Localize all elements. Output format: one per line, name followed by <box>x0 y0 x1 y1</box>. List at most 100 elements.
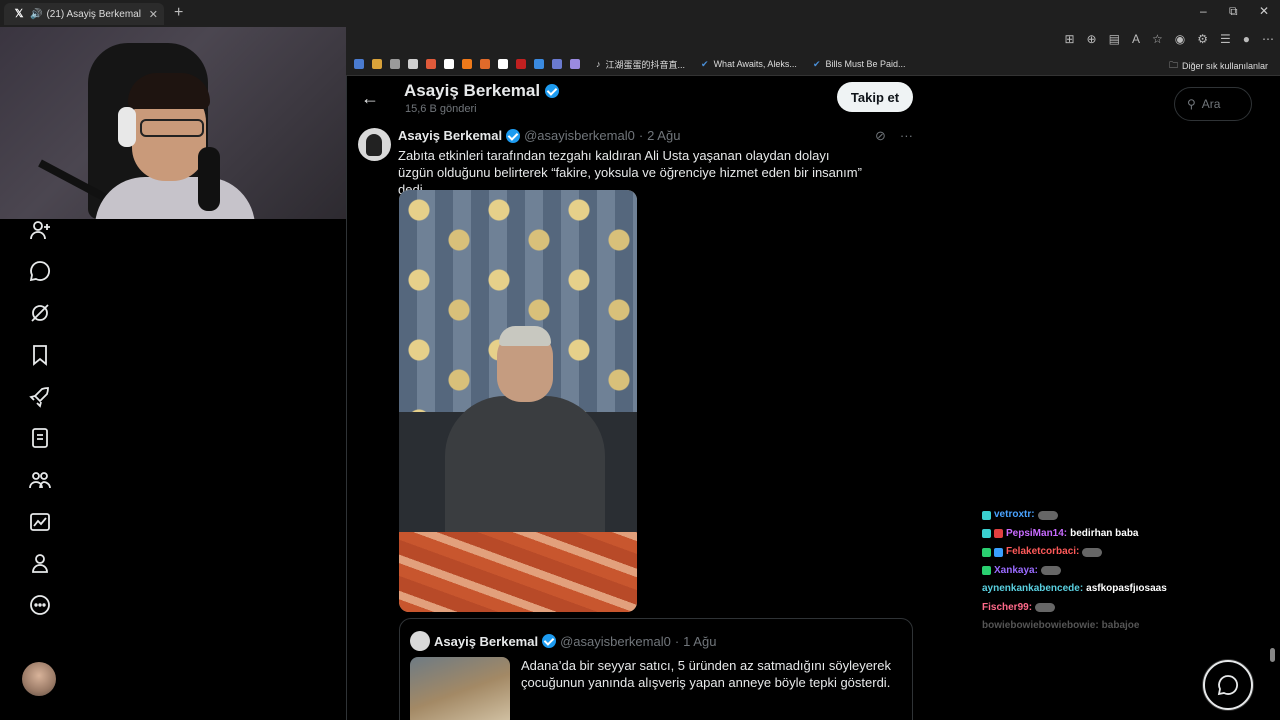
main-column: ← Asayiş Berkemal 15,6 B gönderi Takip e… <box>346 76 928 720</box>
browser-titlebar: 𝕏 🔊 (21) Asayiş Berkemal (@asayi ✕ + – ⧉… <box>0 0 1280 27</box>
tweet-author-handle[interactable]: @asayisberkemal0 <box>524 128 635 143</box>
toolbar-icon[interactable]: ◉ <box>1175 32 1185 46</box>
back-arrow-icon[interactable]: ← <box>361 88 379 109</box>
browser-tab[interactable]: 𝕏 🔊 (21) Asayiş Berkemal (@asayi ✕ <box>4 3 164 25</box>
quoted-tweet-text: Adana’da bir seyyar satıcı, 5 üründen az… <box>521 658 891 690</box>
steam-icon: ✔ <box>701 58 709 69</box>
chat-username: aynenkankabencede: <box>982 583 1084 594</box>
grok-icon[interactable]: ⊘ <box>875 128 886 144</box>
new-tab-button[interactable]: + <box>174 4 183 22</box>
tweet-time[interactable]: 2 Ağu <box>647 128 680 143</box>
chat-badge-icon <box>982 566 991 576</box>
left-sidebar <box>0 219 346 720</box>
bookmark-favicons <box>346 59 580 69</box>
quoted-tweet-thumbnail <box>410 657 510 720</box>
bookmark-favicon-icon[interactable] <box>426 59 436 69</box>
chat-message: Felaketcorbaci: <box>982 543 1212 562</box>
bookmark-label: Bills Must Be Paid... <box>825 59 906 69</box>
profile-icon[interactable] <box>28 551 52 575</box>
steam-icon: ✔ <box>812 58 821 69</box>
chat-message: bowiebowiebowiebowie: babajoe <box>982 617 1212 636</box>
chat-badge-icon <box>982 529 991 539</box>
premium-icon[interactable] <box>28 510 52 534</box>
chat-text: bedirhan baba <box>1070 527 1139 539</box>
bookmark-favicon-icon[interactable] <box>552 59 562 69</box>
microphone <box>198 147 220 211</box>
bookmark-favicon-icon[interactable] <box>516 59 526 69</box>
tab-title: (21) Asayiş Berkemal (@asayi <box>46 8 142 20</box>
messages-fab[interactable] <box>1203 660 1253 710</box>
other-bookmarks[interactable]: 🗀 Diğer sık kullanılanlar <box>1169 58 1268 74</box>
tweet-author-name[interactable]: Asayiş Berkemal <box>398 128 502 143</box>
grok-icon[interactable] <box>28 301 52 325</box>
toolbar-icon[interactable]: ⊞ <box>1064 32 1074 46</box>
close-window-button[interactable]: ✕ <box>1259 4 1269 18</box>
message-icon[interactable] <box>28 259 52 283</box>
chat-username: vetroxtr: <box>994 509 1035 520</box>
add-user-icon[interactable] <box>28 218 52 242</box>
chat-username: PepsiMan14: <box>1006 527 1068 539</box>
toolbar-icon[interactable]: ☰ <box>1220 32 1231 46</box>
chat-username: Felaketcorbaci: <box>1006 546 1080 557</box>
toolbar-icon[interactable]: A <box>1132 32 1140 46</box>
minimize-button[interactable]: – <box>1200 4 1207 18</box>
quoted-author-avatar <box>410 631 430 651</box>
bookmark-item-bills[interactable]: ✔ Bills Must Be Paid... <box>813 59 906 70</box>
bookmark-icon[interactable] <box>28 343 52 367</box>
lists-icon[interactable] <box>28 426 52 450</box>
bookmark-item-douyin[interactable]: ♪ 江湖蛋蛋的抖音直... <box>596 58 685 71</box>
video-man-body <box>445 396 605 546</box>
more-options-icon[interactable]: ··· <box>900 128 913 144</box>
quoted-author-handle: @asayisberkemal0 <box>560 633 671 649</box>
chat-message: Fischer99: <box>982 599 1212 618</box>
tweet-actions: ⊘ ··· <box>875 128 913 144</box>
webcam-overlay <box>0 27 346 219</box>
quoted-tweet[interactable]: Asayiş Berkemal @asayisberkemal0 · 1 Ağu… <box>399 618 913 720</box>
chat-message: vetroxtr: <box>982 506 1212 525</box>
toolbar-icon[interactable]: ⋯ <box>1262 32 1274 46</box>
toolbar-icon[interactable]: ▤ <box>1109 32 1120 46</box>
toolbar-icon[interactable]: ☆ <box>1152 32 1163 46</box>
speaker-icon[interactable]: 🔊 <box>30 9 42 20</box>
bookmark-favicon-icon[interactable] <box>498 59 508 69</box>
separator-dot: · <box>674 633 680 649</box>
streamer-shirt <box>95 177 255 219</box>
page-scrollbar[interactable] <box>1270 648 1275 662</box>
restore-button[interactable]: ⧉ <box>1229 4 1238 19</box>
more-icon[interactable] <box>28 593 52 617</box>
profile-name-text: Asayiş Berkemal <box>404 81 541 100</box>
search-box[interactable]: ⚲ Ara <box>1174 87 1252 121</box>
chat-message: aynenkankabencede: asfkopasfjıosaas <box>982 580 1212 599</box>
chat-message: PepsiMan14: bedirhan baba <box>982 525 1212 544</box>
tweet-video[interactable] <box>399 190 637 612</box>
rocket-icon[interactable] <box>28 385 52 409</box>
toolbar-icon[interactable]: ⊕ <box>1087 32 1097 46</box>
bookmark-favicon-icon[interactable] <box>372 59 382 69</box>
bookmark-label: What Awaits, Aleks... <box>713 59 797 69</box>
right-column: ⚲ Ara vetroxtr: PepsiMan14: bedirhan baba F… <box>927 76 1280 720</box>
verified-badge-icon <box>542 634 557 648</box>
chat-text: babajoe <box>1101 620 1140 631</box>
bookmark-favicon-icon[interactable] <box>390 59 400 69</box>
bookmark-favicon-icon[interactable] <box>534 59 544 69</box>
tab-close-icon[interactable]: ✕ <box>149 8 158 21</box>
bookmark-favicon-icon[interactable] <box>570 59 580 69</box>
bookmark-favicon-icon[interactable] <box>444 59 454 69</box>
bookmark-favicon-icon[interactable] <box>408 59 418 69</box>
chat-username: bowiebowiebowiebowie: <box>982 620 1099 631</box>
profile-header: ← Asayiş Berkemal 15,6 B gönderi Takip e… <box>347 76 927 122</box>
bookmark-item-what-awaits[interactable]: ✔ What Awaits, Aleks... <box>701 59 797 70</box>
chat-message: Xankaya: <box>982 562 1212 581</box>
bookmark-favicon-icon[interactable] <box>462 59 472 69</box>
chat-emote-icon <box>1082 547 1103 557</box>
chat-username: Xankaya: <box>994 564 1038 576</box>
tweet-author-avatar[interactable] <box>358 128 391 161</box>
account-avatar[interactable] <box>22 662 56 696</box>
bookmark-favicon-icon[interactable] <box>480 59 490 69</box>
follow-button[interactable]: Takip et <box>837 82 913 112</box>
communities-icon[interactable] <box>28 468 52 492</box>
bookmark-favicon-icon[interactable] <box>354 59 364 69</box>
toolbar-icon[interactable]: ⚙ <box>1197 32 1208 46</box>
folder-icon: 🗀 <box>1168 60 1178 70</box>
toolbar-icon[interactable]: ● <box>1243 32 1250 46</box>
